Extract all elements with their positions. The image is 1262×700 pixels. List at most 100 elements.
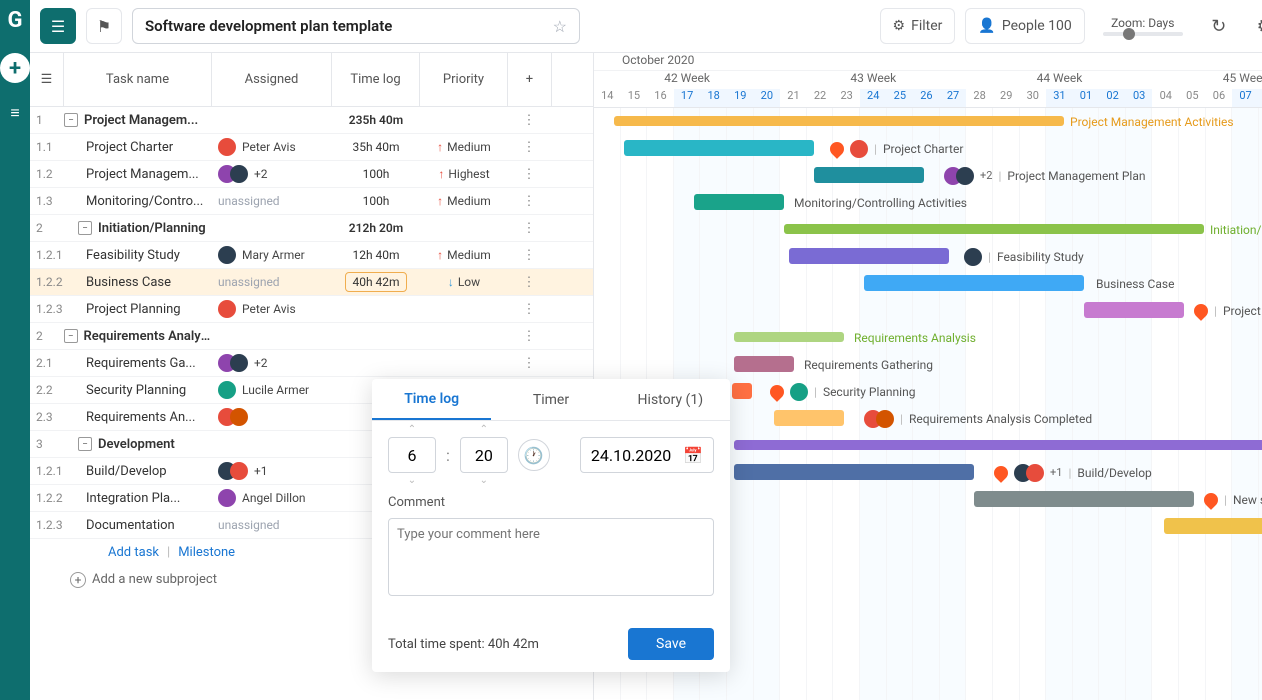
gantt-bar-label: Project Management Activities (1070, 115, 1234, 129)
minutes-input[interactable]: 20 (460, 437, 508, 473)
gantt-bar[interactable] (694, 194, 784, 210)
gantt-bar[interactable] (734, 356, 794, 372)
popup-tab[interactable]: History (1) (611, 379, 730, 420)
task-row[interactable]: 1.2.2Business Caseunassigned40h 42m↓Low⋮ (30, 269, 593, 296)
collapse-icon[interactable]: − (78, 221, 92, 235)
row-menu-icon[interactable]: ⋮ (508, 302, 550, 317)
task-row[interactable]: 2−Requirements Analysis⋮ (30, 323, 593, 350)
task-row[interactable]: 2.1Requirements Ga...+2⋮ (30, 350, 593, 377)
task-row[interactable]: 1.2.3Project PlanningPeter Avis⋮ (30, 296, 593, 323)
row-menu-icon[interactable]: ⋮ (508, 140, 550, 155)
gantt-bar-label: |Project Charter (830, 140, 963, 158)
task-row[interactable]: 1−Project Managem...235h 40m⋮ (30, 107, 593, 134)
day-label: 16 (647, 89, 674, 107)
gantt-bar[interactable] (1164, 518, 1262, 534)
time-log-popup: Time logTimerHistory (1) 6 : 20 🕐 24.10.… (372, 379, 730, 672)
gantt-bar[interactable] (734, 332, 844, 342)
gantt-bar[interactable] (814, 167, 924, 183)
gantt-bar[interactable] (734, 464, 974, 480)
day-label: 01 (1073, 89, 1100, 107)
filter-button[interactable]: ⚙ Filter (880, 8, 956, 44)
task-row[interactable]: 2−Initiation/Planning212h 20m⋮ (30, 215, 593, 242)
popup-tab[interactable]: Time log (372, 379, 491, 420)
gantt-bar[interactable] (789, 248, 949, 264)
col-assigned[interactable]: Assigned (212, 53, 332, 106)
day-label: 28 (966, 89, 993, 107)
view-board-button[interactable]: ⚑ (86, 8, 122, 44)
task-row[interactable]: 1.2.1Feasibility StudyMary Armer12h 40m↑… (30, 242, 593, 269)
day-label: 25 (887, 89, 914, 107)
gantt-bar-label: +2|Project Management Plan (944, 167, 1145, 185)
row-menu-icon[interactable]: ⋮ (508, 329, 550, 344)
gantt-bar[interactable] (974, 491, 1194, 507)
day-label: 03 (1126, 89, 1153, 107)
gantt-bar[interactable] (1084, 302, 1184, 318)
gantt-bar-label: |Requirements Analysis Completed (864, 410, 1092, 428)
settings-icon[interactable]: ⚙ (1247, 8, 1262, 44)
day-label: 20 (754, 89, 781, 107)
gantt-bar[interactable] (784, 224, 1204, 234)
gantt-bar[interactable] (732, 383, 752, 399)
add-column-button[interactable]: + (508, 53, 552, 106)
row-menu-icon[interactable]: ⋮ (508, 275, 550, 290)
day-label: 05 (1179, 89, 1206, 107)
gantt-bar[interactable] (614, 116, 1064, 126)
col-task[interactable]: Task name (64, 53, 212, 106)
gantt-bar-label: Monitoring/Controlling Activities (794, 196, 967, 210)
add-milestone-link[interactable]: Milestone (178, 545, 235, 560)
hours-input[interactable]: 6 (388, 437, 436, 473)
day-label: 17 (674, 89, 701, 107)
add-task-link[interactable]: Add task (108, 545, 159, 560)
popup-tab[interactable]: Timer (491, 379, 610, 420)
row-menu-icon[interactable]: ⋮ (508, 194, 550, 209)
row-menu-icon[interactable]: ⋮ (508, 248, 550, 263)
task-row[interactable]: 1.2Project Managem...+2100h↑Highest⋮ (30, 161, 593, 188)
col-time[interactable]: Time log (332, 53, 420, 106)
save-button[interactable]: Save (628, 628, 714, 660)
menu-icon[interactable]: ≡ (10, 103, 19, 123)
view-gantt-button[interactable]: ☰ (40, 8, 76, 44)
new-project-button[interactable]: + (0, 53, 30, 83)
comment-label: Comment (388, 495, 714, 510)
row-menu-icon[interactable]: ⋮ (508, 113, 550, 128)
task-row[interactable]: 1.3Monitoring/Contro...unassigned100h↑Me… (30, 188, 593, 215)
gantt-bar[interactable] (734, 440, 1262, 450)
day-label: 26 (913, 89, 940, 107)
top-toolbar: ☰ ⚑ Software development plan template ☆… (30, 0, 1262, 53)
plus-icon: + (70, 572, 86, 588)
gantt-bar[interactable] (624, 140, 814, 156)
collapse-icon[interactable]: − (64, 329, 78, 343)
grid-collapse-icon[interactable]: ☰ (30, 53, 64, 106)
gantt-bar[interactable] (774, 410, 844, 426)
gantt-bar[interactable] (864, 275, 1084, 291)
fire-icon (1191, 301, 1211, 321)
history-icon[interactable]: ↻ (1201, 8, 1237, 44)
task-row[interactable]: 1.1Project CharterPeter Avis35h 40m↑Medi… (30, 134, 593, 161)
day-label: 22 (807, 89, 834, 107)
collapse-icon[interactable]: − (78, 437, 92, 451)
row-menu-icon[interactable]: ⋮ (508, 221, 550, 236)
filter-icon: ⚙ (893, 18, 906, 34)
day-label: 06 (1206, 89, 1233, 107)
day-label: 23 (833, 89, 860, 107)
week-label: 42 Week (594, 71, 780, 89)
date-input[interactable]: 24.10.2020 📅 (580, 437, 714, 473)
total-time-label: Total time spent: 40h 42m (388, 637, 539, 652)
day-label: 30 (1020, 89, 1047, 107)
day-label: 31 (1046, 89, 1073, 107)
row-menu-icon[interactable]: ⋮ (508, 167, 550, 182)
col-priority[interactable]: Priority (420, 53, 508, 106)
clock-icon[interactable]: 🕐 (518, 439, 550, 471)
zoom-slider[interactable]: Zoom: Days (1103, 16, 1183, 36)
gantt-bar-label: Initiation/Plannin (1210, 223, 1262, 237)
comment-textarea[interactable] (388, 518, 714, 596)
people-button[interactable]: 👤 People 100 (965, 8, 1084, 44)
project-title-box[interactable]: Software development plan template ☆ (132, 8, 580, 44)
month-label: October 2020 (594, 53, 1262, 71)
star-icon[interactable]: ☆ (553, 17, 567, 36)
gantt-bar-label: +1|Build/Develop (994, 464, 1152, 482)
collapse-icon[interactable]: − (64, 113, 78, 127)
day-label: 15 (621, 89, 648, 107)
row-menu-icon[interactable]: ⋮ (508, 356, 550, 371)
project-title: Software development plan template (145, 17, 392, 35)
